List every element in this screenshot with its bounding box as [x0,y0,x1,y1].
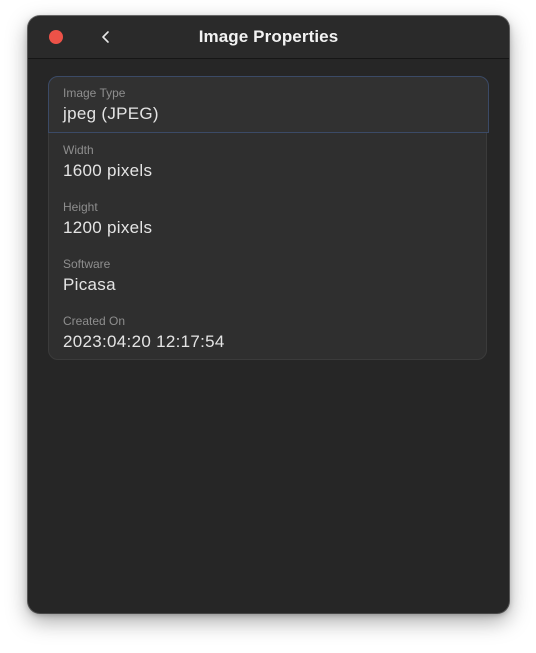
property-row-width[interactable]: Width 1600 pixels [49,134,486,191]
property-value: 1600 pixels [63,161,153,180]
properties-list: Image Type jpeg (JPEG) Width 1600 pixels… [48,76,489,362]
property-value: Picasa [63,275,116,294]
property-value: 2023:04:20 12:17:54 [63,332,225,351]
page-title: Image Properties [198,27,339,46]
property-row-created-on[interactable]: Created On 2023:04:20 12:17:54 [49,305,486,362]
image-properties-window: Image Properties Image Type jpeg (JPEG) … [28,16,509,613]
property-row-software[interactable]: Software Picasa [49,248,486,305]
property-label: Image Type [63,86,126,100]
property-value: 1200 pixels [63,218,153,237]
property-row-image-type[interactable]: Image Type jpeg (JPEG) [48,76,489,133]
property-value: jpeg (JPEG) [63,104,159,123]
property-label: Software [63,257,111,271]
property-label: Width [63,143,94,157]
property-label: Height [63,200,98,214]
property-label: Created On [63,314,126,328]
property-row-height[interactable]: Height 1200 pixels [49,191,486,248]
title-bar: Image Properties [28,16,509,59]
